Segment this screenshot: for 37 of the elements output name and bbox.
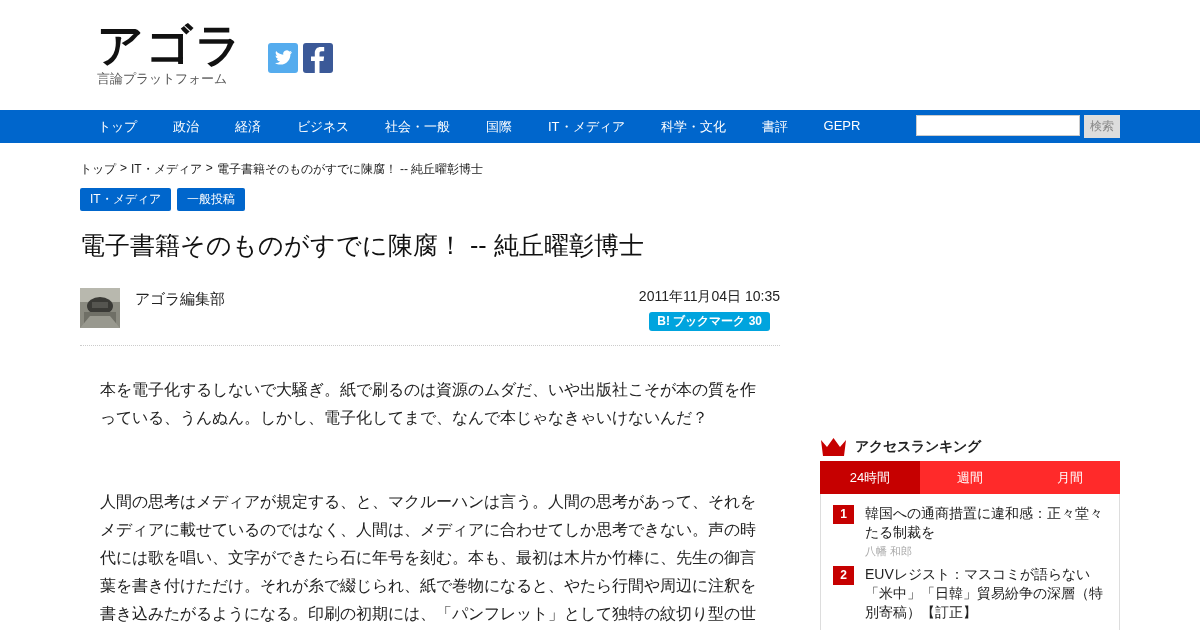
ranking-link[interactable]: 韓国への通商措置に違和感：正々堂々たる制裁を bbox=[865, 504, 1107, 542]
nav-link[interactable]: 国際 bbox=[468, 117, 530, 136]
breadcrumb-separator: > bbox=[205, 161, 213, 177]
site-logo[interactable]: アゴラ bbox=[97, 22, 244, 68]
breadcrumb-separator: > bbox=[120, 161, 127, 177]
breadcrumb-link[interactable]: トップ bbox=[80, 161, 116, 178]
rank-number: 1 bbox=[833, 505, 854, 524]
bookmark-button[interactable]: B! ブックマーク 30 bbox=[649, 312, 770, 331]
category-tag[interactable]: 一般投稿 bbox=[176, 188, 245, 211]
nav-link[interactable]: 書評 bbox=[743, 117, 806, 136]
nav-link[interactable]: 社会・一般 bbox=[367, 117, 468, 136]
ranking-tab[interactable]: 月間 bbox=[1020, 461, 1120, 494]
article-paragraph: 本を電子化するしないで大騒ぎ。紙で刷るのは資源のムダだ、いや出版社こそが本の質を作っている、うんぬん。しかし、電子化してまで、なんで本じゃなきゃいけないんだ？ bbox=[100, 380, 757, 428]
nav-link[interactable]: ビジネス bbox=[279, 117, 367, 136]
author-name[interactable]: アゴラ編集部 bbox=[135, 290, 639, 331]
nav-link[interactable]: IT・メディア bbox=[530, 117, 643, 136]
ranking-title: アクセスランキング bbox=[855, 438, 981, 456]
bird-icon[interactable] bbox=[268, 43, 298, 73]
publish-date: 2011年11月04日 10:35 bbox=[638, 288, 780, 306]
rank-number: 2 bbox=[833, 566, 854, 585]
nav-link[interactable]: 科学・文化 bbox=[642, 117, 744, 136]
nav-link[interactable]: トップ bbox=[80, 117, 155, 136]
site-tagline: 言論プラットフォーム bbox=[97, 70, 228, 88]
facebook-icon[interactable] bbox=[303, 43, 333, 73]
crown-icon bbox=[820, 437, 847, 457]
search-field[interactable] bbox=[916, 115, 1080, 136]
ranking-link[interactable]: EUVレジスト：マスコミが語らない「米中」「日韓」貿易紛争の深層（特別寄稿）【訂正】 bbox=[865, 565, 1107, 622]
nav-link[interactable]: 経済 bbox=[217, 117, 279, 136]
nav-link[interactable]: GEPR bbox=[805, 117, 879, 136]
breadcrumb-link[interactable]: IT・メディア bbox=[131, 161, 202, 178]
article-title: 電子書籍そのものがすでに陳腐！ -- 純丘曜彰博士 bbox=[80, 230, 645, 261]
ranking-tab[interactable]: 週間 bbox=[920, 461, 1020, 494]
category-tag[interactable]: IT・メディア bbox=[80, 188, 171, 211]
ranking-tab[interactable]: 24時間 bbox=[820, 461, 920, 494]
ranking-author: 八幡 和郎 bbox=[865, 544, 914, 559]
nav-link[interactable]: 政治 bbox=[155, 117, 217, 136]
article-paragraph: 人間の思考はメディアが規定する、と、マクルーハンは言う。人間の思考があって、それをメディアに載せているのではなく、人間は、メディアに合わせてしか思考できない。声の時代には歌を唱い、文字ができたら石に年号を刻む。本も、最初は木片か竹棒に、先生の御言葉を書き付けただけ。それが糸で綴じられ、紙で巻物になると、やたら行間や周辺に注釈を書き込みたがるようになる。印刷の初期には、「パンフレット」として独特の紋切り型の世 bbox=[100, 492, 757, 624]
